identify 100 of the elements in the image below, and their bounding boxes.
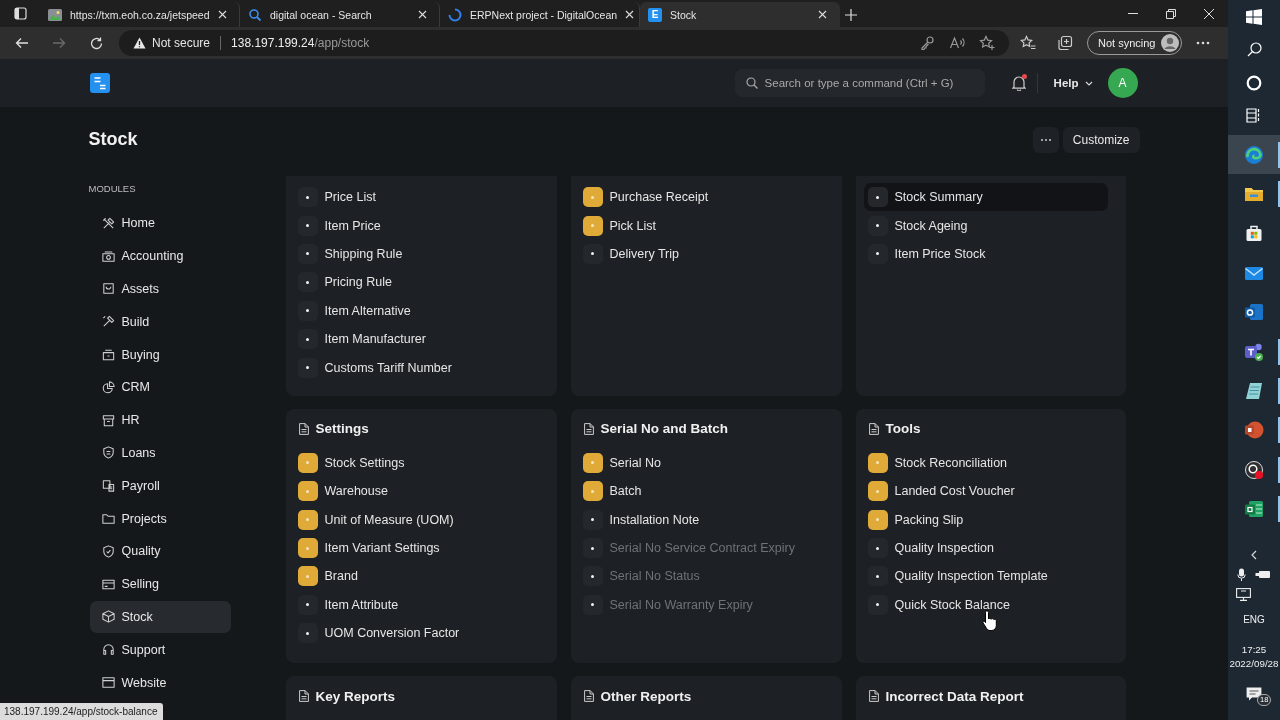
workspace-link[interactable]: Brand xyxy=(293,562,539,591)
workspace-link[interactable]: Item Price Stock xyxy=(863,239,1108,269)
forward-arrow-icon xyxy=(52,37,66,49)
sidebar-item[interactable]: Stock xyxy=(89,600,231,634)
back-arrow-icon xyxy=(15,37,29,49)
notifications-button[interactable] xyxy=(1010,74,1027,92)
workspace-link[interactable]: Stock Reconciliation xyxy=(863,448,1108,478)
sidebar-item[interactable]: Website xyxy=(89,666,231,699)
spinner-icon xyxy=(448,7,462,22)
task-view-icon xyxy=(1246,108,1262,123)
favorites-icon[interactable] xyxy=(1020,35,1036,51)
refresh-icon xyxy=(89,36,103,50)
workspace-link[interactable]: Customs Tariff Number xyxy=(293,353,539,382)
speech-bubble-icon xyxy=(1246,687,1262,703)
search-icon xyxy=(248,7,262,22)
site-favicon: E xyxy=(648,7,662,22)
workspace-link[interactable]: Price List xyxy=(293,183,539,212)
workspace-link[interactable]: Warehouse xyxy=(293,477,539,506)
workspace-link[interactable]: Packing Slip xyxy=(863,505,1108,534)
network-icon[interactable] xyxy=(1236,588,1251,602)
workspace-link[interactable]: Item Attribute xyxy=(293,590,539,620)
read-aloud-icon[interactable] xyxy=(949,35,965,51)
workspace-link[interactable]: Serial No xyxy=(578,448,824,478)
sidebar-item[interactable]: Selling xyxy=(89,567,231,601)
warning-icon xyxy=(133,37,146,49)
workspace-link[interactable]: UOM Conversion Factor xyxy=(293,619,539,648)
card-title: Other Reports xyxy=(600,688,692,704)
workspace-link[interactable]: Delivery Trip xyxy=(578,239,824,269)
microphone-icon[interactable] xyxy=(1237,567,1246,582)
sidebar-item[interactable]: Quality xyxy=(89,534,231,568)
taskbar-app[interactable] xyxy=(1228,135,1280,175)
close-icon[interactable] xyxy=(218,10,227,19)
workspace-link[interactable]: Shipping Rule xyxy=(293,239,539,269)
url-text: 138.197.199.24/app/stock xyxy=(231,36,370,50)
add-favorite-icon[interactable] xyxy=(979,35,995,51)
browser-tab[interactable]: E Stock xyxy=(640,2,840,27)
close-icon[interactable] xyxy=(418,10,427,19)
sidebar-item[interactable]: Support xyxy=(89,633,231,667)
sidebar-item[interactable]: Home xyxy=(89,207,231,240)
sidebar-item[interactable]: Assets xyxy=(89,272,231,306)
search-field[interactable]: Search or type a command (Ctrl + G) xyxy=(734,69,985,97)
workspace-link[interactable]: Purchase Receipt xyxy=(578,183,824,212)
tab-actions-icon[interactable] xyxy=(13,7,27,20)
search-icon xyxy=(1246,42,1262,57)
recorder-icon xyxy=(1244,459,1264,480)
more-icon[interactable] xyxy=(1196,41,1211,45)
hand-cursor-icon xyxy=(982,610,999,632)
address-bar[interactable]: Not secure 138.197.199.24/app/stock xyxy=(119,30,1009,56)
workspace-link[interactable]: Item Manufacturer xyxy=(293,324,539,354)
cube-icon xyxy=(100,609,116,625)
archive-icon xyxy=(100,412,116,428)
sidebar-item[interactable]: Buying xyxy=(89,338,231,371)
clock-time[interactable]: 17:25 xyxy=(1241,642,1267,657)
card-title: Key Reports xyxy=(315,688,396,704)
security-label: Not secure xyxy=(152,36,211,50)
input-language[interactable]: ENG xyxy=(1228,609,1280,630)
workspace-link[interactable]: Quality Inspection Template xyxy=(863,562,1108,591)
browser-icon xyxy=(1244,144,1264,165)
spreadsheet-icon xyxy=(1244,499,1264,520)
sidebar-item[interactable]: CRM xyxy=(89,371,231,404)
sidebar-item[interactable]: Payroll xyxy=(89,469,231,503)
shopping-bag-icon xyxy=(1244,223,1264,244)
folder-icon xyxy=(100,511,116,527)
workspace-link[interactable]: Batch xyxy=(578,477,824,506)
clock-date[interactable]: 2022/09/28 xyxy=(1229,656,1279,671)
sidebar-item[interactable]: Build xyxy=(89,305,231,339)
badge-icon xyxy=(100,445,116,461)
help-menu-button[interactable]: Help xyxy=(1053,77,1093,89)
sidebar-item[interactable]: Projects xyxy=(89,502,231,535)
sidebar-item[interactable]: Accounting xyxy=(89,239,231,273)
close-icon[interactable] xyxy=(818,10,827,19)
logo-icon[interactable] xyxy=(89,73,110,93)
workspace-link[interactable]: Installation Note xyxy=(578,505,824,534)
workspace-link[interactable]: Quick Stock Balance xyxy=(863,590,1108,620)
workspace-link[interactable]: Item Variant Settings xyxy=(293,533,539,563)
workspace-link[interactable]: Unit of Measure (UOM) xyxy=(293,505,539,534)
close-icon[interactable] xyxy=(625,10,635,19)
workspace-link[interactable]: Stock Summary xyxy=(863,183,1108,212)
restore-icon xyxy=(1166,8,1176,19)
workspace-link[interactable]: Pick List xyxy=(578,211,824,240)
minimize-icon xyxy=(1128,13,1138,14)
workspace-link[interactable]: Pricing Rule xyxy=(293,268,539,297)
collections-icon[interactable] xyxy=(1057,35,1073,51)
workspace-link[interactable]: Landed Cost Voucher xyxy=(863,477,1108,506)
card-title: Serial No and Batch xyxy=(600,421,729,437)
sidebar-item[interactable]: Loans xyxy=(89,436,231,470)
sidebar-item[interactable]: HR xyxy=(89,403,231,437)
workspace-link[interactable]: Stock Ageing xyxy=(863,211,1108,240)
card-title: Incorrect Data Report xyxy=(885,688,1024,704)
plus-icon xyxy=(845,8,857,21)
document-icon xyxy=(868,422,879,435)
usb-device-icon[interactable] xyxy=(1255,570,1271,580)
workspace-link[interactable]: Item Price xyxy=(293,211,539,240)
workspace-link[interactable]: Stock Settings xyxy=(293,448,539,478)
key-icon[interactable] xyxy=(919,35,935,51)
banknote-icon xyxy=(100,248,116,264)
workspace-link[interactable]: Item Alternative xyxy=(293,296,539,325)
workspace-link[interactable]: Quality Inspection xyxy=(863,533,1108,563)
browser-window-icon xyxy=(100,675,116,691)
customize-button[interactable]: Customize xyxy=(1062,126,1140,153)
